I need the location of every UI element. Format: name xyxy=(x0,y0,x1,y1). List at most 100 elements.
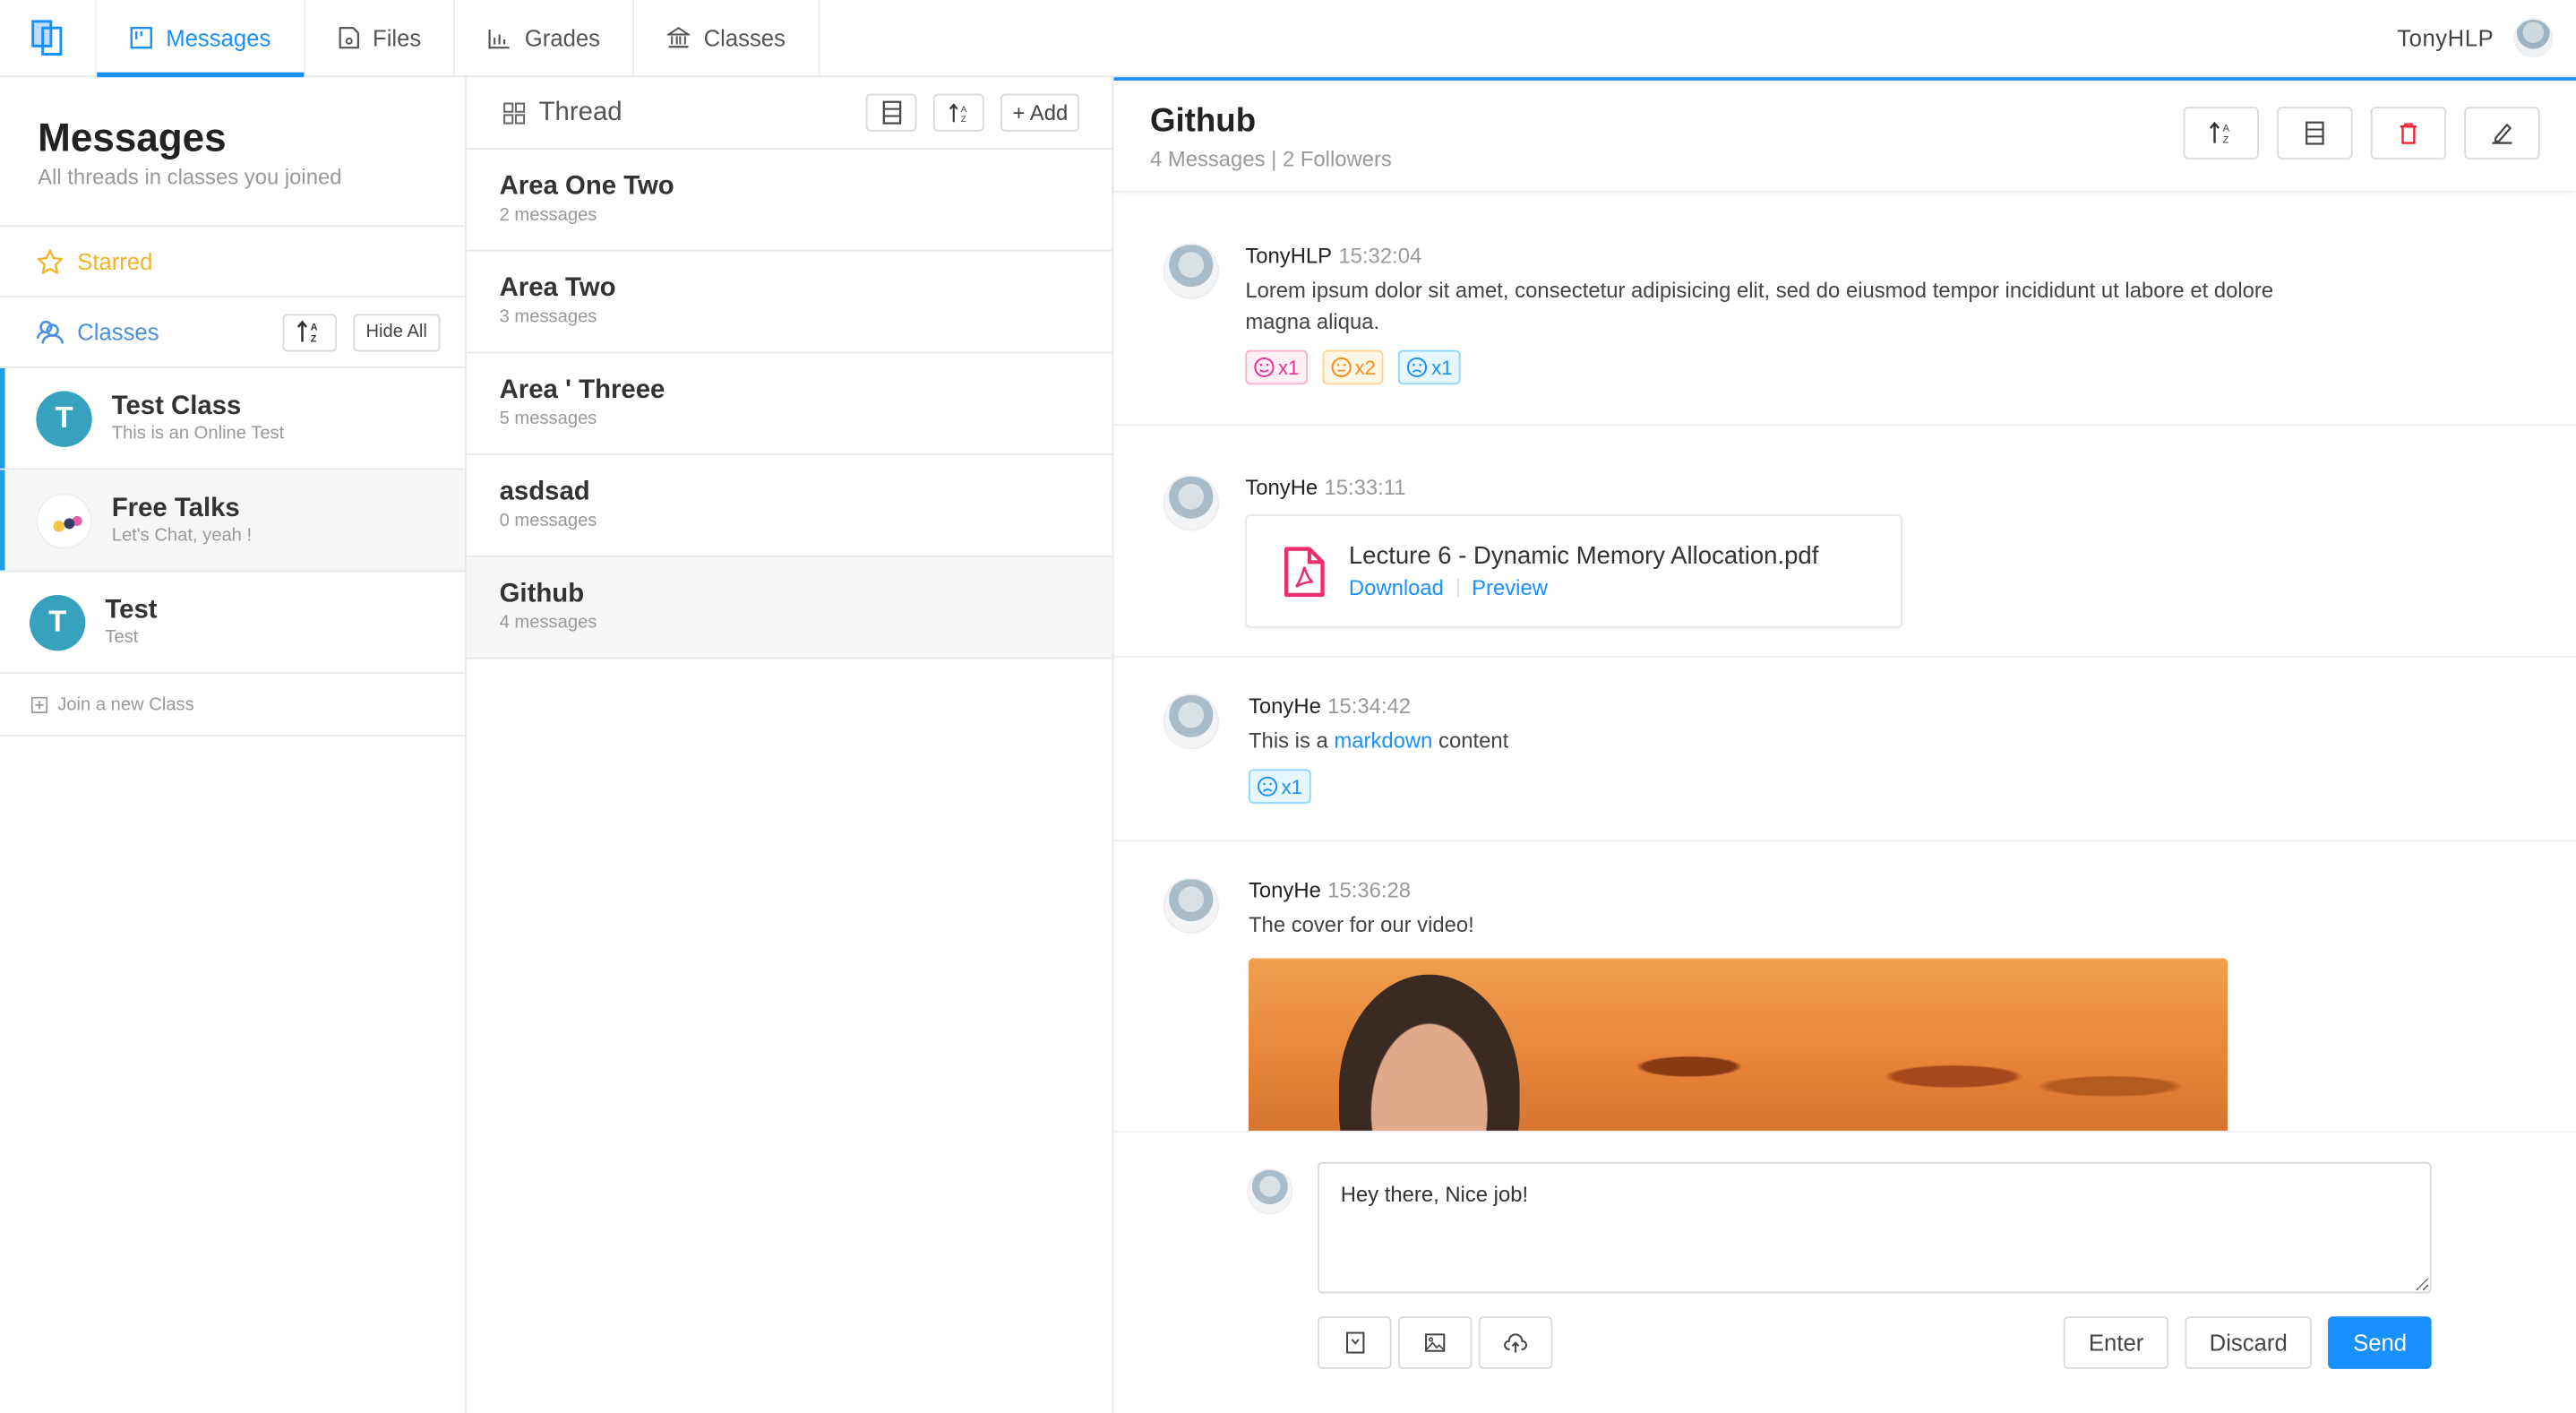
join-class-link[interactable]: Join a new Class xyxy=(0,674,466,737)
users-icon xyxy=(36,320,64,344)
tab-label: Grades xyxy=(524,24,601,51)
thread-count: 0 messages xyxy=(499,511,597,531)
frown-icon xyxy=(1407,357,1428,378)
svg-text:A: A xyxy=(961,104,967,114)
thread-detail: Github 4 Messages | 2 Followers AZ TonyH… xyxy=(1113,77,2576,1413)
thread-header: Thread AZ + Add xyxy=(466,77,1112,150)
thread-item-selected[interactable]: Github 4 messages xyxy=(466,556,1112,659)
trash-icon xyxy=(2400,123,2417,144)
thread-list: Thread AZ + Add Area One Two 2 messages … xyxy=(466,77,1114,1413)
logo-icon xyxy=(31,20,63,56)
tab-classes[interactable]: Classes xyxy=(635,0,820,76)
message-body: The cover for our video! xyxy=(1248,911,1474,937)
class-item-test-class[interactable]: T Test Class This is an Online Test xyxy=(0,367,466,470)
user-menu[interactable]: TonyHLP xyxy=(2397,0,2576,75)
class-desc: Let's Chat, yeah ! xyxy=(111,525,253,546)
author-avatar xyxy=(1163,243,1219,299)
thread-name: asdsad xyxy=(499,478,590,506)
cover-image-face xyxy=(1338,974,1520,1133)
sort-classes-button[interactable]: AZ xyxy=(281,313,337,351)
star-icon xyxy=(37,248,64,273)
database-icon xyxy=(2306,121,2324,145)
thread-detail-header: Github 4 Messages | 2 Followers AZ xyxy=(1113,81,2576,193)
markdown-link[interactable]: markdown xyxy=(1334,728,1432,754)
reaction-frown[interactable]: x1 xyxy=(1398,349,1461,385)
upload-file-button[interactable] xyxy=(1478,1316,1553,1369)
sort-alpha-icon: AZ xyxy=(297,320,318,345)
download-link[interactable]: Download xyxy=(1349,575,1444,600)
emoji-picker-button[interactable] xyxy=(1318,1316,1392,1369)
thread-item[interactable]: Area Two 3 messages xyxy=(466,252,1112,354)
class-avatar-image xyxy=(36,492,92,548)
top-navigation: Messages Files Grades Classes TonyHLP xyxy=(0,0,2576,78)
thread-count: 5 messages xyxy=(499,409,597,429)
thread-sort-button[interactable]: AZ xyxy=(933,93,985,132)
reaction-frown[interactable]: x1 xyxy=(1248,769,1311,804)
page-title: Messages xyxy=(38,116,227,161)
thread-item[interactable]: asdsad 0 messages xyxy=(466,455,1112,557)
tab-label: Files xyxy=(373,24,422,51)
sidebar-item-starred[interactable]: Starred xyxy=(0,227,466,297)
join-label: Join a new Class xyxy=(57,694,194,714)
preview-link[interactable]: Preview xyxy=(1472,575,1548,600)
message-author: TonyHLP xyxy=(1245,243,1333,268)
insert-image-button[interactable] xyxy=(1397,1316,1473,1369)
message-item: TonyHLP 15:32:04 Lorem ipsum dolor sit am… xyxy=(1113,194,2576,426)
bar-chart-icon xyxy=(489,29,511,48)
sidebar-header: Messages All threads in classes you join… xyxy=(0,77,466,228)
reaction-count: x1 xyxy=(1431,356,1453,379)
discard-button[interactable]: Discard xyxy=(2185,1316,2313,1369)
thread-count: 3 messages xyxy=(499,306,597,328)
body-text: This is a xyxy=(1248,728,1335,754)
svg-text:A: A xyxy=(311,323,318,333)
class-desc: This is an Online Test xyxy=(111,424,285,444)
cloud-upload-icon xyxy=(1504,1332,1527,1352)
dropdown-box-icon xyxy=(1345,1331,1364,1354)
tab-grades[interactable]: Grades xyxy=(456,0,635,76)
author-avatar xyxy=(1163,694,1219,750)
message-time: 15:34:42 xyxy=(1327,694,1412,719)
enter-button[interactable]: Enter xyxy=(2064,1316,2168,1369)
classes-label: Classes xyxy=(77,318,159,346)
add-thread-button[interactable]: + Add xyxy=(1000,93,1080,132)
edit-thread-button[interactable] xyxy=(2464,107,2540,159)
svg-text:Z: Z xyxy=(311,334,317,345)
message-author: TonyHe xyxy=(1248,694,1321,719)
sidebar-classes-header: Classes AZ Hide All xyxy=(0,297,466,368)
thread-title: Thread xyxy=(538,98,623,126)
cover-image[interactable] xyxy=(1248,958,2228,1133)
class-desc: Test xyxy=(105,627,139,648)
username: TonyHLP xyxy=(2397,24,2494,51)
tab-messages[interactable]: Messages xyxy=(95,0,305,78)
reaction-meh[interactable]: x2 xyxy=(1321,349,1385,385)
image-icon xyxy=(1425,1333,1446,1352)
thread-item[interactable]: Area ' Threee 5 messages xyxy=(466,353,1112,456)
class-name: Free Talks xyxy=(111,495,240,523)
message-body: This is a markdown content xyxy=(1249,725,2316,756)
thread-item[interactable]: Area One Two 2 messages xyxy=(466,150,1112,252)
hide-all-button[interactable]: Hide All xyxy=(352,313,441,351)
message-author: TonyHe xyxy=(1248,877,1321,902)
reaction-count: x1 xyxy=(1281,774,1302,798)
message-input[interactable]: Hey there, Nice job! xyxy=(1318,1161,2432,1294)
class-item-free-talks[interactable]: Free Talks Let's Chat, yeah ! xyxy=(0,470,466,573)
send-button[interactable]: Send xyxy=(2328,1316,2432,1369)
class-avatar: T xyxy=(36,390,92,446)
delete-thread-button[interactable] xyxy=(2370,107,2447,159)
thread-view-button[interactable] xyxy=(866,93,918,132)
sidebar: Messages All threads in classes you join… xyxy=(0,77,467,1413)
class-item-test[interactable]: T Test Test xyxy=(0,572,466,675)
app-logo[interactable] xyxy=(0,0,95,75)
view-mode-button[interactable] xyxy=(2277,107,2353,159)
file-name: Lecture 6 - Dynamic Memory Allocation.pd… xyxy=(1348,542,1819,571)
thread-count: 4 messages xyxy=(499,613,597,633)
file-icon xyxy=(339,27,359,49)
reaction-smile[interactable]: x1 xyxy=(1245,349,1308,385)
meh-icon xyxy=(1330,357,1352,378)
edit-icon xyxy=(2492,123,2512,144)
composer-avatar xyxy=(1247,1168,1293,1215)
message-item: TonyHe 15:36:28 The cover for our video! xyxy=(1114,841,2576,1133)
sort-messages-button[interactable]: AZ xyxy=(2183,107,2260,159)
tab-files[interactable]: Files xyxy=(305,0,456,76)
plus-square-icon xyxy=(30,695,48,713)
